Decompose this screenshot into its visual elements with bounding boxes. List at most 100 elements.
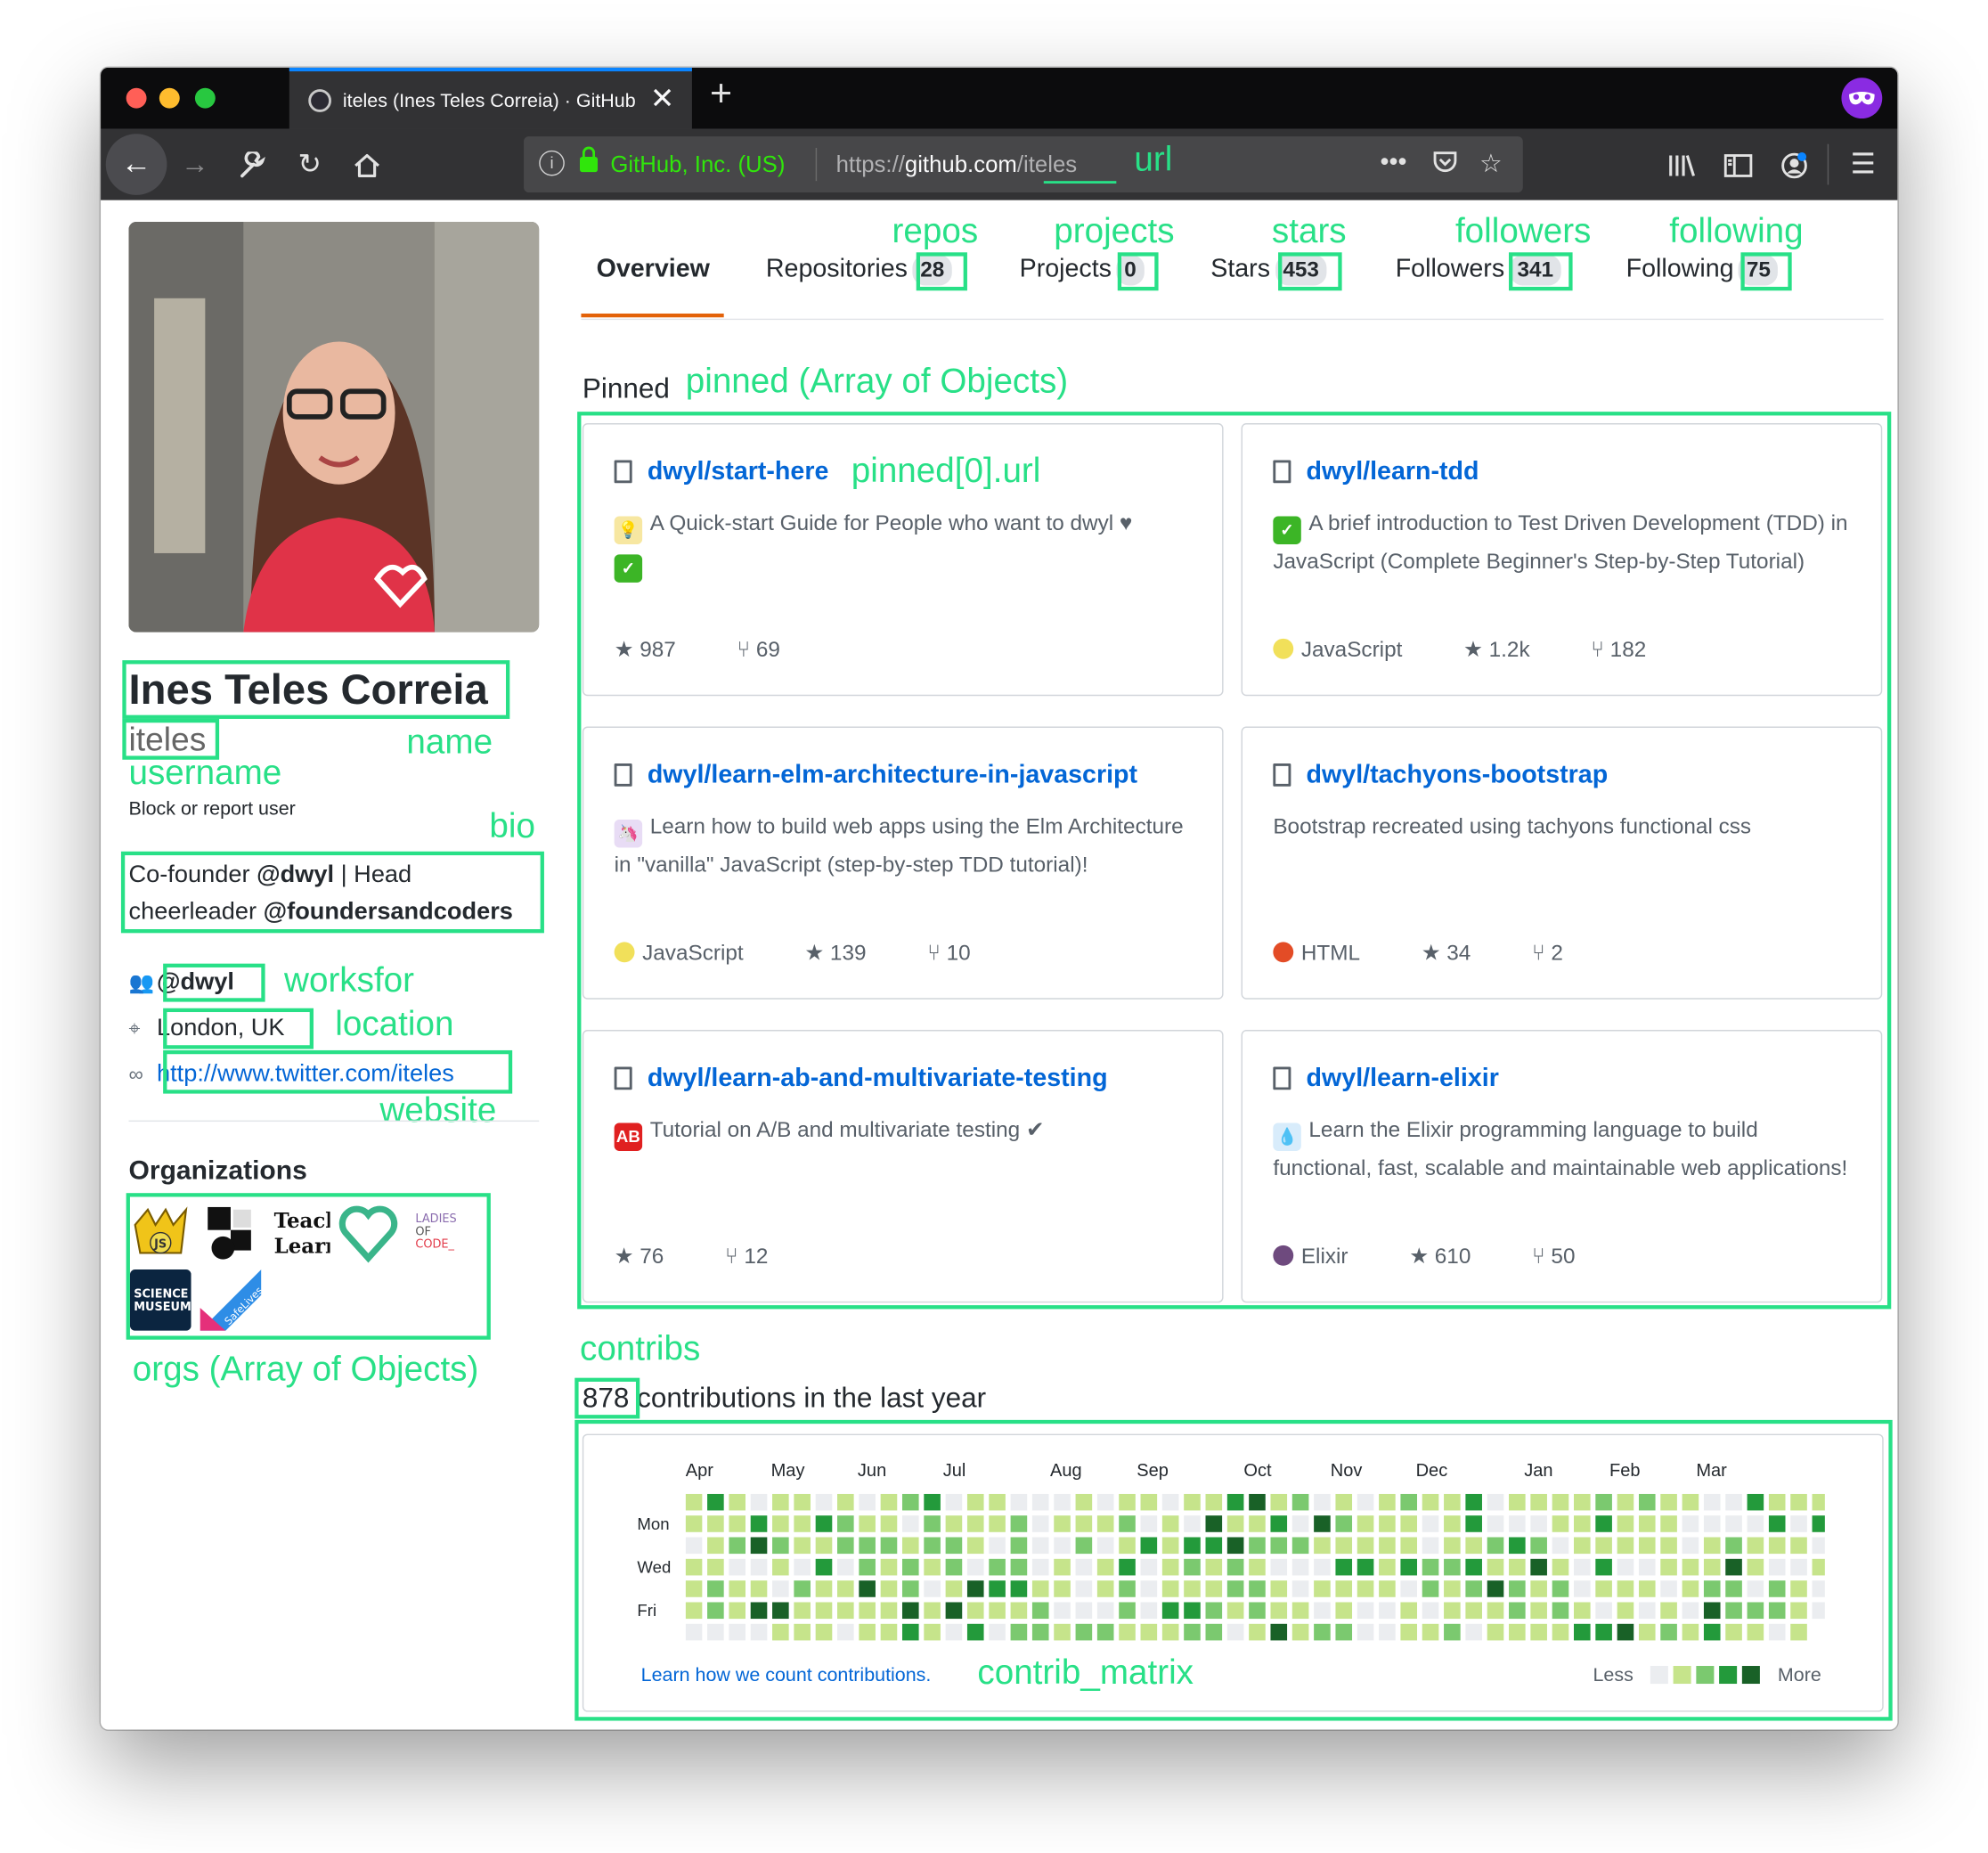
contribution-day-cell[interactable]: [1226, 1515, 1244, 1532]
library-icon[interactable]: [1663, 129, 1701, 200]
contribution-day-cell[interactable]: [1747, 1580, 1764, 1597]
contribution-day-cell[interactable]: [1530, 1493, 1547, 1511]
contribution-day-cell[interactable]: [880, 1602, 898, 1620]
contribution-day-cell[interactable]: [707, 1515, 724, 1532]
contribution-day-cell[interactable]: [1530, 1537, 1547, 1555]
contribution-day-cell[interactable]: [1075, 1558, 1093, 1576]
contribution-day-cell[interactable]: [1075, 1623, 1093, 1641]
contribution-day-cell[interactable]: [945, 1493, 963, 1511]
home-icon[interactable]: [349, 129, 385, 200]
contribution-day-cell[interactable]: [1075, 1493, 1093, 1511]
pinned-repo-link[interactable]: dwyl/learn-elm-architecture-in-javascrip…: [648, 761, 1137, 790]
contribution-day-cell[interactable]: [1790, 1515, 1807, 1532]
contribution-day-cell[interactable]: [1595, 1515, 1612, 1532]
contribution-day-cell[interactable]: [1444, 1580, 1461, 1597]
contribution-day-cell[interactable]: [1379, 1493, 1396, 1511]
contribution-day-cell[interactable]: [1096, 1602, 1114, 1620]
contribution-day-cell[interactable]: [1747, 1515, 1764, 1532]
contribution-day-cell[interactable]: [772, 1515, 789, 1532]
contribution-day-cell[interactable]: [1270, 1558, 1288, 1576]
contribution-day-cell[interactable]: [1010, 1558, 1028, 1576]
pocket-icon[interactable]: [1431, 148, 1459, 184]
contribution-day-cell[interactable]: [1054, 1602, 1071, 1620]
contribution-day-cell[interactable]: [794, 1493, 811, 1511]
contribution-day-cell[interactable]: [1790, 1493, 1807, 1511]
contribution-day-cell[interactable]: [966, 1580, 984, 1597]
contribution-day-cell[interactable]: [1400, 1493, 1418, 1511]
contribution-day-cell[interactable]: [815, 1537, 833, 1555]
contribution-day-cell[interactable]: [1444, 1515, 1461, 1532]
contribution-day-cell[interactable]: [1812, 1537, 1825, 1555]
block-report-link[interactable]: Block or report user: [129, 798, 296, 820]
fork-count[interactable]: ⑂ 10: [927, 941, 1001, 965]
contribution-day-cell[interactable]: [901, 1602, 919, 1620]
contribution-day-cell[interactable]: [750, 1623, 768, 1641]
contribution-day-cell[interactable]: [1768, 1493, 1786, 1511]
contribution-day-cell[interactable]: [1314, 1623, 1331, 1641]
contribution-day-cell[interactable]: [1010, 1602, 1028, 1620]
contribution-day-cell[interactable]: [1379, 1623, 1396, 1641]
contribution-day-cell[interactable]: [1357, 1602, 1374, 1620]
contribution-day-cell[interactable]: [837, 1515, 854, 1532]
contribution-day-cell[interactable]: [1357, 1558, 1374, 1576]
contribution-day-cell[interactable]: [924, 1558, 941, 1576]
contribution-day-cell[interactable]: [901, 1515, 919, 1532]
contribution-day-cell[interactable]: [989, 1623, 1006, 1641]
sidebar-icon[interactable]: [1719, 129, 1757, 200]
contribution-day-cell[interactable]: [1747, 1558, 1764, 1576]
contribution-day-cell[interactable]: [815, 1623, 833, 1641]
contribution-day-cell[interactable]: [1314, 1580, 1331, 1597]
contribution-day-cell[interactable]: [1530, 1623, 1547, 1641]
contribution-day-cell[interactable]: [924, 1602, 941, 1620]
browser-tab[interactable]: iteles (Ines Teles Correia) · GitHub ✕: [289, 67, 692, 129]
contribution-day-cell[interactable]: [750, 1580, 768, 1597]
contribution-day-cell[interactable]: [1747, 1493, 1764, 1511]
contribution-day-cell[interactable]: [1184, 1623, 1201, 1641]
contribution-day-cell[interactable]: [729, 1537, 746, 1555]
contribution-day-cell[interactable]: [837, 1558, 854, 1576]
contribution-day-cell[interactable]: [1031, 1623, 1049, 1641]
contribution-day-cell[interactable]: [1703, 1623, 1721, 1641]
contribution-day-cell[interactable]: [1010, 1493, 1028, 1511]
address-bar[interactable]: i GitHub, Inc. (US) https://github.com/i…: [524, 136, 1523, 193]
contribution-day-cell[interactable]: [1335, 1558, 1353, 1576]
contribution-day-cell[interactable]: [837, 1623, 854, 1641]
contribution-day-cell[interactable]: [1031, 1580, 1049, 1597]
learn-contributions-link[interactable]: Learn how we count contributions.: [641, 1665, 932, 1686]
contribution-day-cell[interactable]: [1725, 1558, 1742, 1576]
contribution-day-cell[interactable]: [1205, 1537, 1223, 1555]
contribution-day-cell[interactable]: [1010, 1537, 1028, 1555]
contribution-day-cell[interactable]: [815, 1602, 833, 1620]
contribution-day-cell[interactable]: [1400, 1623, 1418, 1641]
contribution-day-cell[interactable]: [1119, 1515, 1136, 1532]
contribution-day-cell[interactable]: [1552, 1602, 1569, 1620]
contribution-day-cell[interactable]: [1291, 1623, 1309, 1641]
contribution-day-cell[interactable]: [1270, 1580, 1288, 1597]
pinned-card[interactable]: dwyl/tachyons-bootstrap Bootstrap recrea…: [1241, 726, 1883, 1000]
contribution-day-cell[interactable]: [1509, 1558, 1526, 1576]
contribution-day-cell[interactable]: [880, 1537, 898, 1555]
contribution-day-cell[interactable]: [1509, 1537, 1526, 1555]
contribution-day-cell[interactable]: [859, 1537, 876, 1555]
contribution-day-cell[interactable]: [1444, 1537, 1461, 1555]
contribution-day-cell[interactable]: [880, 1515, 898, 1532]
contribution-day-cell[interactable]: [729, 1493, 746, 1511]
contribution-day-cell[interactable]: [1184, 1537, 1201, 1555]
contribution-day-cell[interactable]: [966, 1623, 984, 1641]
contribution-day-cell[interactable]: [1422, 1623, 1439, 1641]
star-count[interactable]: ★ 76: [615, 1244, 695, 1268]
contribution-day-cell[interactable]: [1487, 1537, 1504, 1555]
contribution-day-cell[interactable]: [707, 1580, 724, 1597]
minimize-window-button[interactable]: [159, 87, 180, 109]
pinned-card[interactable]: dwyl/learn-elm-architecture-in-javascrip…: [582, 726, 1224, 1000]
contribution-day-cell[interactable]: [729, 1515, 746, 1532]
contribution-day-cell[interactable]: [1725, 1493, 1742, 1511]
contribution-day-cell[interactable]: [1790, 1537, 1807, 1555]
contribution-day-cell[interactable]: [685, 1493, 703, 1511]
contribution-day-cell[interactable]: [1638, 1623, 1656, 1641]
contribution-day-cell[interactable]: [1054, 1558, 1071, 1576]
contribution-day-cell[interactable]: [1595, 1537, 1612, 1555]
contribution-day-cell[interactable]: [1314, 1515, 1331, 1532]
contribution-day-cell[interactable]: [1096, 1558, 1114, 1576]
contribution-day-cell[interactable]: [1812, 1602, 1825, 1620]
